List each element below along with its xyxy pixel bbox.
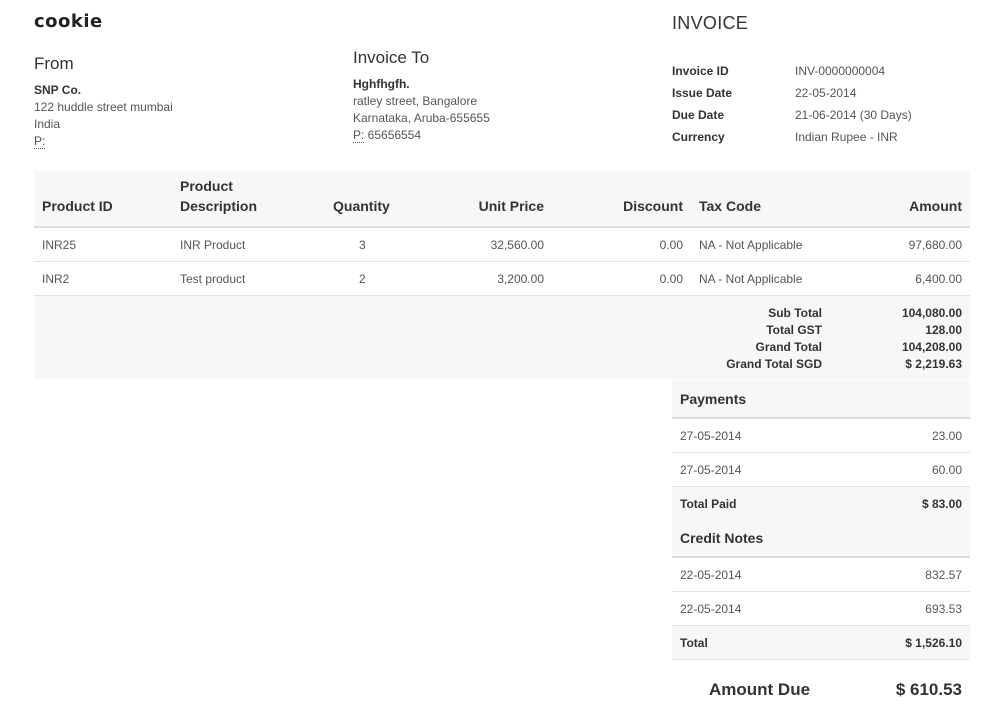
from-address-line2: India [34, 117, 61, 131]
total-label: Grand Total [755, 339, 822, 354]
to-phone: P: 65656554 [353, 127, 490, 144]
meta-row-due-date: Due Date 21-06-2014 (30 Days) [672, 104, 912, 126]
credit-note-amount: 693.53 [925, 602, 962, 616]
meta-row-invoice-id: Invoice ID INV-0000000004 [672, 60, 912, 82]
items-table: Product ID Product Description Quantity U… [34, 170, 970, 379]
header-product-description-line2: Description [180, 198, 258, 214]
meta-row-issue-date: Issue Date 22-05-2014 [672, 82, 912, 104]
header-tax-code: Tax Code [699, 198, 761, 214]
to-phone-label: P: [353, 128, 365, 143]
cell-quantity: 3 [359, 238, 366, 252]
from-name: SNP Co. [34, 83, 82, 97]
total-value: 104,208.00 [901, 339, 962, 354]
credit-note-date: 22-05-2014 [680, 568, 742, 582]
total-label: Grand Total SGD [726, 356, 822, 371]
credit-notes-title-text: Credit Notes [680, 530, 764, 546]
table-row: INR25 INR Product 3 32,560.00 0.00 NA - … [34, 228, 970, 262]
amount-due-value: $ 610.53 [895, 680, 962, 699]
meta-value: Indian Rupee - INR [795, 130, 898, 144]
meta-value: 21-06-2014 (30 Days) [795, 108, 912, 122]
company-logo: cookie [34, 11, 103, 32]
invoice-meta: Invoice ID INV-0000000004 Issue Date 22-05… [672, 60, 912, 148]
cell-tax-code: NA - Not Applicable [699, 238, 803, 252]
payment-amount: 60.00 [931, 463, 962, 477]
credit-note-amount: 832.57 [925, 568, 962, 582]
credit-note-row: 22-05-2014 832.57 [672, 558, 970, 592]
cell-amount: 97,680.00 [908, 238, 962, 252]
total-value: 128.00 [925, 322, 962, 337]
invoice-to-title: Invoice To [353, 48, 430, 67]
cell-tax-code: NA - Not Applicable [699, 272, 803, 286]
credit-notes-title: Credit Notes [672, 519, 970, 558]
grand-total-row: Grand Total 104,208.00 [622, 338, 962, 355]
total-paid-value: $ 83.00 [921, 497, 962, 511]
total-paid-row: Total Paid $ 83.00 [672, 487, 970, 521]
credit-note-date: 22-05-2014 [680, 602, 742, 616]
cell-quantity: 2 [359, 272, 366, 286]
meta-key: Invoice ID [672, 64, 729, 78]
amount-due: Amount Due $ 610.53 [672, 678, 970, 702]
meta-key: Currency [672, 130, 725, 144]
amount-due-label: Amount Due [709, 680, 811, 699]
to-name: Hghfhgfh. [353, 77, 410, 91]
from-address: SNP Co. 122 huddle street mumbai India P… [34, 82, 173, 150]
credit-note-row: 22-05-2014 693.53 [672, 592, 970, 626]
table-row: INR2 Test product 2 3,200.00 0.00 NA - N… [34, 262, 970, 296]
to-address-line1: ratley street, Bangalore [353, 94, 478, 108]
payment-amount: 23.00 [931, 429, 962, 443]
credit-notes-total-value: $ 1,526.10 [905, 636, 962, 650]
cell-unit-price: 3,200.00 [497, 272, 544, 286]
sub-total-row: Sub Total 104,080.00 [622, 304, 962, 321]
cell-unit-price: 32,560.00 [490, 238, 544, 252]
cell-discount: 0.00 [659, 272, 683, 286]
header-product-description-line1: Product [180, 178, 233, 194]
payments-title: Payments [672, 380, 970, 419]
total-value: $ 2,219.63 [905, 356, 962, 371]
total-gst-row: Total GST 128.00 [622, 321, 962, 338]
cell-product-description: INR Product [180, 238, 246, 252]
cell-product-id: INR25 [42, 238, 77, 252]
payment-date: 27-05-2014 [680, 463, 742, 477]
from-address-line1: 122 huddle street mumbai [34, 100, 173, 114]
credit-notes-total-row: Total $ 1,526.10 [672, 626, 970, 660]
header-product-description: Product Description [180, 176, 257, 216]
items-table-header: Product ID Product Description Quantity U… [34, 170, 970, 228]
from-title: From [34, 54, 74, 73]
payments-table: Payments 27-05-2014 23.00 27-05-2014 60.00… [672, 380, 970, 521]
header-quantity: Quantity [333, 198, 390, 214]
cell-discount: 0.00 [659, 238, 683, 252]
total-paid-label: Total Paid [680, 497, 737, 511]
grand-total-sgd-row: Grand Total SGD $ 2,219.63 [622, 355, 962, 372]
meta-value: 22-05-2014 [795, 86, 857, 100]
meta-key: Due Date [672, 108, 725, 122]
cell-product-description: Test product [180, 272, 246, 286]
cell-amount: 6,400.00 [915, 272, 962, 286]
to-phone-value: 65656554 [364, 128, 422, 142]
total-label: Sub Total [768, 305, 822, 320]
meta-key: Issue Date [672, 86, 733, 100]
payments-title-text: Payments [680, 391, 747, 407]
cell-product-id: INR2 [42, 272, 70, 286]
payment-row: 27-05-2014 60.00 [672, 453, 970, 487]
payment-row: 27-05-2014 23.00 [672, 419, 970, 453]
invoice-title: INVOICE [672, 13, 749, 33]
meta-value: INV-0000000004 [795, 64, 886, 78]
header-unit-price: Unit Price [478, 198, 544, 214]
credit-notes-table: Credit Notes 22-05-2014 832.57 22-05-2014… [672, 519, 970, 660]
total-value: 104,080.00 [901, 305, 962, 320]
from-phone-label: P: [34, 134, 46, 149]
totals-block: Sub Total 104,080.00 Total GST 128.00 Gran… [34, 296, 970, 379]
header-amount: Amount [909, 198, 962, 214]
payment-date: 27-05-2014 [680, 429, 742, 443]
total-label: Total GST [766, 322, 822, 337]
from-phone: P: [34, 133, 173, 150]
credit-notes-total-label: Total [680, 636, 708, 650]
header-discount: Discount [623, 198, 683, 214]
meta-row-currency: Currency Indian Rupee - INR [672, 126, 912, 148]
to-address-line2: Karnataka, Aruba-655655 [353, 111, 490, 125]
header-product-id: Product ID [42, 198, 113, 214]
to-address: Hghfhgfh. ratley street, Bangalore Karna… [353, 76, 490, 144]
